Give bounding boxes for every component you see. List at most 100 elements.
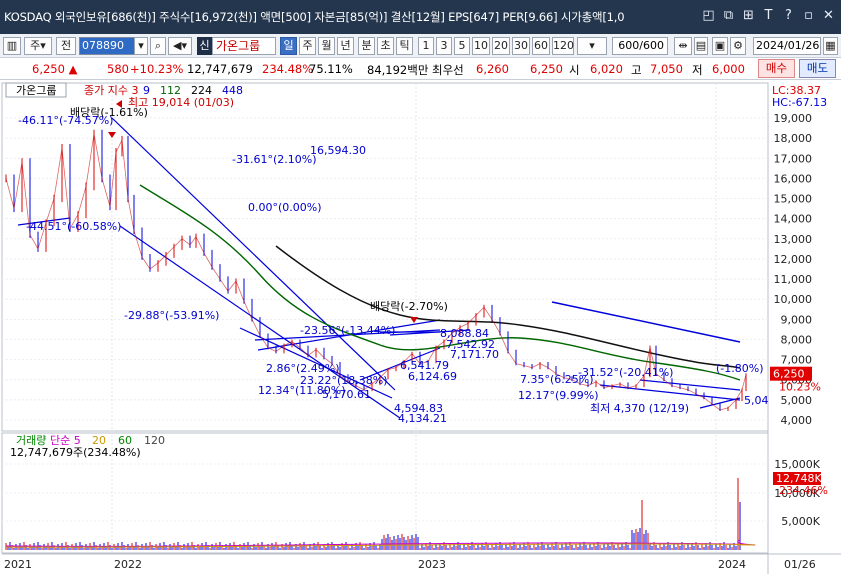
interval-30[interactable]: 30 <box>512 37 530 55</box>
best-bid-label: 최우선 <box>432 63 464 77</box>
interval-5[interactable]: 5 <box>454 37 470 55</box>
dividend-marker-icon <box>410 317 418 323</box>
chart-annotation: 16,594.30 <box>310 144 366 157</box>
chart-annotation: 5,170.61 <box>322 388 371 401</box>
interval-10[interactable]: 10 <box>472 37 490 55</box>
speaker-icon[interactable]: ◀▾ <box>168 37 192 55</box>
trend-line <box>639 379 741 391</box>
close-icon[interactable]: ✕ <box>820 7 837 24</box>
title-bar: KOSDAQ 외국인보유[686(천)] 주식수[16,972(천)] 액면[5… <box>0 0 841 34</box>
price-tick-label: 14,000 <box>774 213 813 226</box>
high-label: 고 <box>631 63 642 77</box>
price-tick-label: 12,000 <box>774 253 813 266</box>
chart-annotation: 7,171.70 <box>450 348 499 361</box>
settings-gear-icon[interactable]: ⚙ <box>730 37 746 55</box>
date-label: 2021 <box>4 558 32 571</box>
restore-icon[interactable]: ◰ <box>700 7 717 24</box>
toolbar: ▥ 주▾ 전 078890 ▾ ⌕ ◀▾ 신 가온그룹 일 주 월 년 분 초 … <box>0 34 841 58</box>
best-bid-price: 6,260 <box>476 62 509 76</box>
chart-annotation: -46.11°(-74.57%) <box>18 114 113 127</box>
volume-value: 12,747,679 <box>187 62 253 76</box>
buy-button[interactable]: 매수 <box>758 59 795 78</box>
volume-ratio: 234.48% <box>262 62 314 76</box>
chart-annotation: 최저 4,370 (12/19) <box>590 402 689 415</box>
chart-area[interactable]: 19,000 18,000 17,000 16,000 15,000 14,000 13,0… <box>0 80 841 574</box>
date-label: 2023 <box>418 558 446 571</box>
calendar-icon[interactable]: ▦ <box>823 37 838 55</box>
prev-button[interactable]: 전 <box>56 37 76 55</box>
code-dropdown-icon[interactable]: ▾ <box>134 37 148 55</box>
current-price: 6,250 ▲ <box>32 62 78 76</box>
open-label: 시 <box>569 63 580 77</box>
period-year-tab[interactable]: 년 <box>337 37 354 55</box>
chart-icon[interactable]: ▤ <box>694 37 708 55</box>
low-price: 6,000 <box>712 62 745 76</box>
turnover-rate: 75.11% <box>309 62 353 76</box>
date-label: 2022 <box>114 558 142 571</box>
price-tick-label: 17,000 <box>774 152 813 165</box>
change-percent: +10.23% <box>130 62 184 76</box>
interval-120[interactable]: 120 <box>552 37 574 55</box>
quote-bar: 6,250 ▲ 580 +10.23% 12,747,679 234.48% 7… <box>0 58 841 80</box>
minimize-icon[interactable]: ▫ <box>800 7 817 24</box>
layout-icon[interactable]: ▥ <box>3 37 21 55</box>
change-value: 580 <box>107 62 129 76</box>
search-icon[interactable]: ⌕ <box>150 37 166 55</box>
price-tick-label: 5,000 <box>781 394 813 407</box>
text-icon[interactable]: T <box>760 7 777 24</box>
chart-annotation: 4,134.21 <box>398 412 447 425</box>
help-icon[interactable]: ? <box>780 7 797 24</box>
interval-3[interactable]: 3 <box>436 37 452 55</box>
chart-annotation: -31.52°(-20.41%) <box>578 366 673 379</box>
interval-20[interactable]: 20 <box>492 37 510 55</box>
period-tick-tab[interactable]: 틱 <box>396 37 413 55</box>
sell-button[interactable]: 매도 <box>799 59 836 78</box>
period-week-tab[interactable]: 주 <box>299 37 316 55</box>
interval-60[interactable]: 60 <box>532 37 550 55</box>
gridlines <box>2 83 768 554</box>
current-price-tag-text: 6,250 <box>773 368 805 381</box>
price-chart[interactable]: 19,000 18,000 17,000 16,000 15,000 14,000 13,0… <box>0 80 841 574</box>
trade-amount: 84,192백만 <box>367 63 429 77</box>
date-label: 2024 <box>718 558 746 571</box>
period-month-tab[interactable]: 월 <box>318 37 335 55</box>
copy-icon[interactable]: ⧉ <box>720 7 737 24</box>
zoom-icon[interactable]: ⇹ <box>674 37 692 55</box>
stock-code-input[interactable]: 078890 <box>79 37 135 55</box>
price-tick-label: 9,000 <box>781 313 813 326</box>
chart-annotation: (-1.80%) <box>716 362 764 375</box>
new-badge: 신 <box>197 37 212 55</box>
date-label: 01/26 <box>784 558 816 571</box>
price-tick-label: 16,000 <box>774 172 813 185</box>
ask-price: 6,250 <box>530 62 563 76</box>
price-tick-label: 18,000 <box>774 132 813 145</box>
volume-tick-label: 15,000K <box>774 458 820 471</box>
period-minute-tab[interactable]: 분 <box>358 37 375 55</box>
title-text: KOSDAQ 외국인보유[686(천)] 주식수[16,972(천)] 액면[5… <box>4 10 625 24</box>
interval-1[interactable]: 1 <box>418 37 434 55</box>
bar-count-field[interactable]: 600/600 <box>612 37 668 55</box>
interval-custom-select[interactable]: ▾ <box>577 37 607 55</box>
price-tick-label: 13,000 <box>774 233 813 246</box>
price-tick-label: 19,000 <box>774 112 813 125</box>
stock-name-field[interactable]: 가온그룹 <box>212 37 276 55</box>
grid-icon[interactable]: ⊞ <box>740 7 757 24</box>
trend-line <box>599 384 741 401</box>
open-price: 6,020 <box>590 62 623 76</box>
save-icon[interactable]: ▣ <box>712 37 728 55</box>
market-select[interactable]: 주▾ <box>24 37 52 55</box>
period-day-tab[interactable]: 일 <box>280 37 297 55</box>
chart-annotation: 0.00°(0.00%) <box>248 201 322 214</box>
chart-annotation: -31.61°(2.10%) <box>232 153 317 166</box>
date-field[interactable]: 2024/01/26 <box>753 37 821 55</box>
price-tick-label: 4,000 <box>781 414 813 427</box>
period-second-tab[interactable]: 초 <box>377 37 394 55</box>
volume-bars <box>5 478 756 550</box>
volume-legend-item: 120 <box>144 434 165 447</box>
volume-pct-tag: 234.46% <box>779 484 828 497</box>
price-tick-label: 11,000 <box>774 273 813 286</box>
chart-annotation: -23.56°(-13.44%) <box>300 324 395 337</box>
low-label: 저 <box>692 63 703 77</box>
high-price: 7,050 <box>650 62 683 76</box>
chart-annotation: 배당락(-2.70%) <box>370 300 448 313</box>
